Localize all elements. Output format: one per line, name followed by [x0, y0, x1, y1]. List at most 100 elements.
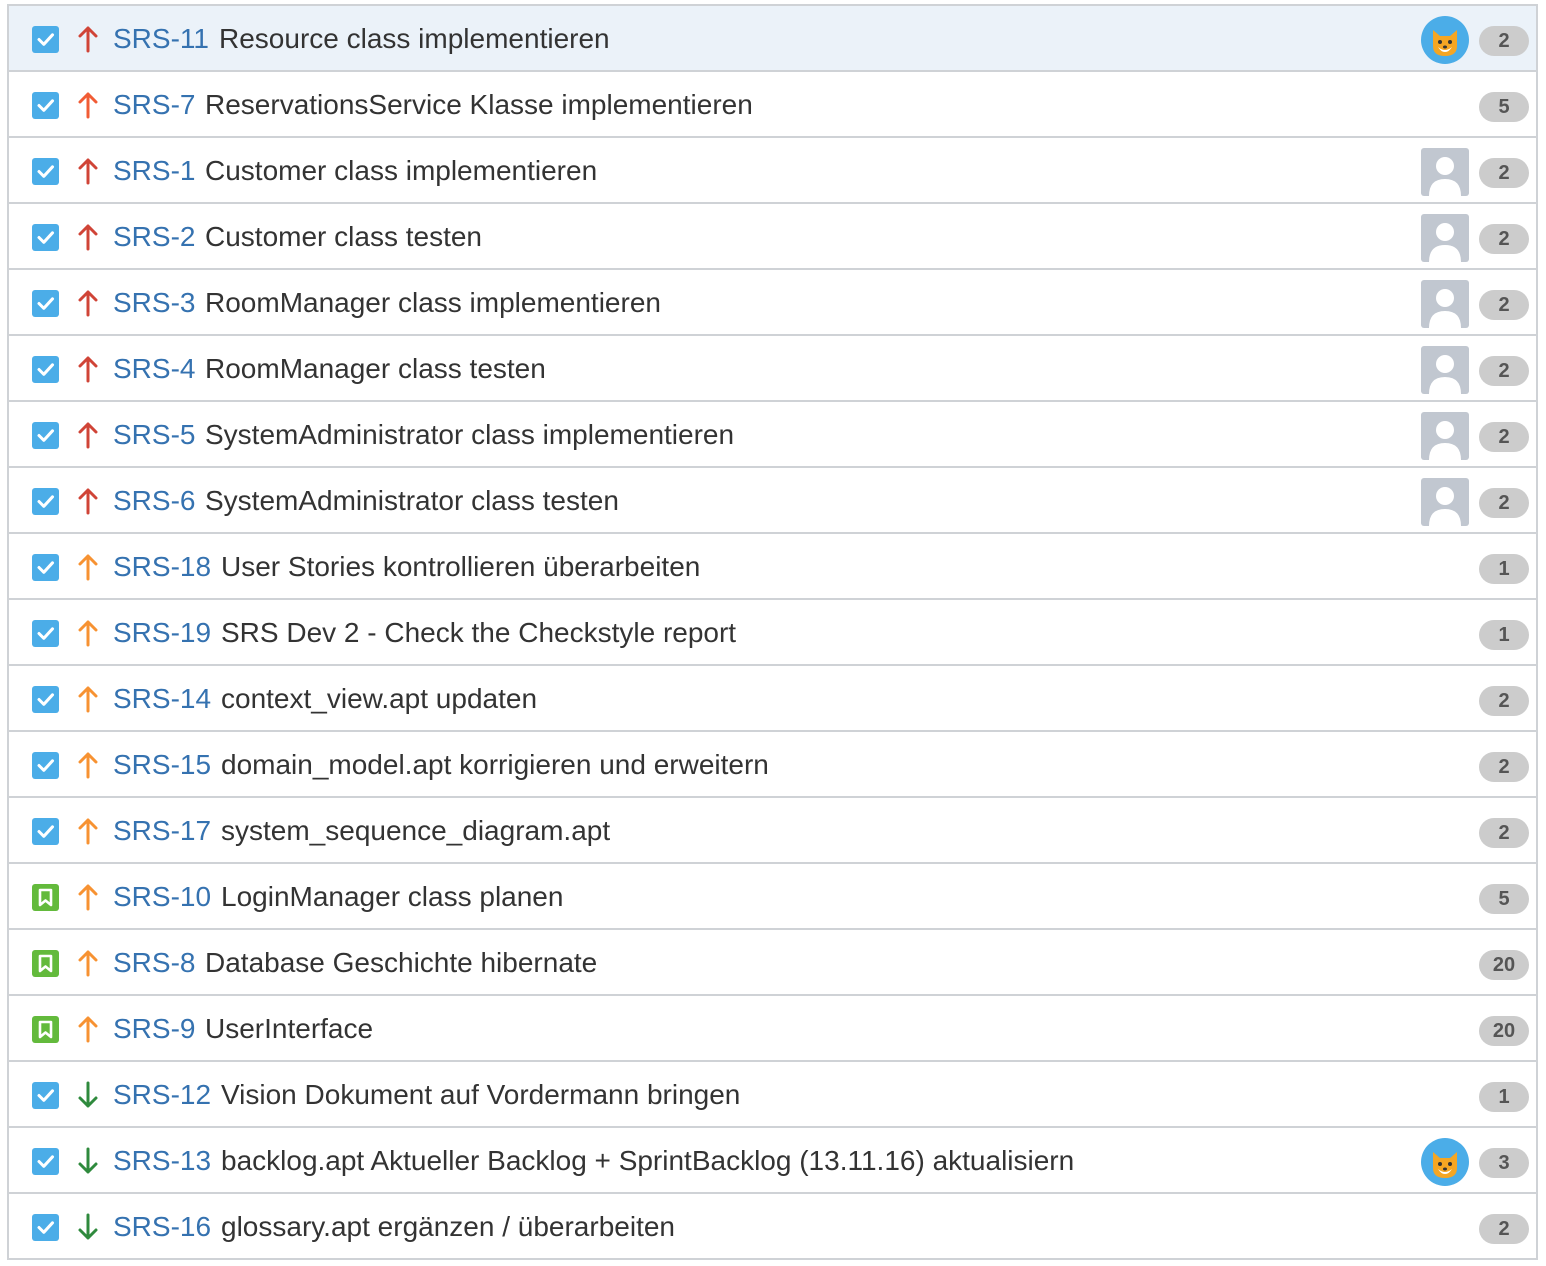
priority-highest-icon	[75, 155, 101, 187]
issue-key-link[interactable]: SRS-10	[113, 880, 211, 914]
issue-key-link[interactable]: SRS-9	[113, 1012, 195, 1046]
assignee-avatar[interactable]	[1421, 1138, 1469, 1186]
story-points-badge: 2	[1479, 290, 1529, 320]
assignee-avatar[interactable]	[1421, 16, 1469, 64]
issue-key-link[interactable]: SRS-7	[113, 88, 195, 122]
issue-key-link[interactable]: SRS-14	[113, 682, 211, 716]
issue-row[interactable]: SRS-14 context_view.apt updaten 2	[9, 666, 1536, 732]
priority-medium-icon	[75, 881, 101, 913]
issue-key-link[interactable]: SRS-19	[113, 616, 211, 650]
story-points-badge: 20	[1479, 950, 1529, 980]
priority-medium-icon	[75, 947, 101, 979]
task-type-icon	[32, 554, 59, 581]
task-type-icon	[32, 686, 59, 713]
priority-highest-icon	[75, 287, 101, 319]
story-type-icon	[32, 950, 59, 977]
story-points-badge: 1	[1479, 1082, 1529, 1112]
assignee-avatar[interactable]	[1421, 148, 1469, 196]
story-points-badge: 20	[1479, 1016, 1529, 1046]
task-type-icon	[32, 1214, 59, 1241]
issue-key-link[interactable]: SRS-15	[113, 748, 211, 782]
task-type-icon	[32, 752, 59, 779]
issue-row[interactable]: SRS-5 SystemAdministrator class implement…	[9, 402, 1536, 468]
issue-key-link[interactable]: SRS-2	[113, 220, 195, 254]
assignee-avatar[interactable]	[1421, 214, 1469, 262]
story-points-badge: 2	[1479, 752, 1529, 782]
issue-key-link[interactable]: SRS-11	[113, 22, 209, 56]
issue-row[interactable]: SRS-8 Database Geschichte hibernate 20	[9, 930, 1536, 996]
assignee-avatar[interactable]	[1421, 412, 1469, 460]
assignee-avatar[interactable]	[1421, 346, 1469, 394]
issue-row[interactable]: SRS-9 UserInterface 20	[9, 996, 1536, 1062]
story-points-badge: 2	[1479, 158, 1529, 188]
issue-key-link[interactable]: SRS-18	[113, 550, 211, 584]
issue-row[interactable]: SRS-1 Customer class implementieren 2	[9, 138, 1536, 204]
issue-key-link[interactable]: SRS-13	[113, 1144, 211, 1178]
story-points-badge: 2	[1479, 488, 1529, 518]
issue-summary: LoginManager class planen	[221, 881, 564, 912]
assignee-avatar[interactable]	[1421, 478, 1469, 526]
issue-summary: domain_model.apt korrigieren und erweite…	[221, 749, 769, 780]
issue-summary: SystemAdministrator class testen	[205, 485, 619, 516]
issue-key-link[interactable]: SRS-4	[113, 352, 195, 386]
issue-summary: Vision Dokument auf Vordermann bringen	[221, 1079, 741, 1110]
task-type-icon	[32, 356, 59, 383]
issue-row[interactable]: SRS-13 backlog.apt Aktueller Backlog + Sp…	[9, 1128, 1536, 1194]
issue-row[interactable]: SRS-4 RoomManager class testen 2	[9, 336, 1536, 402]
story-points-badge: 2	[1479, 686, 1529, 716]
issue-row[interactable]: SRS-7 ReservationsService Klasse implemen…	[9, 72, 1536, 138]
story-points-badge: 2	[1479, 26, 1529, 56]
story-points-badge: 2	[1479, 1214, 1529, 1244]
issue-row[interactable]: SRS-6 SystemAdministrator class testen 2	[9, 468, 1536, 534]
priority-highest-icon	[75, 485, 101, 517]
story-type-icon	[32, 1016, 59, 1043]
issue-key-link[interactable]: SRS-16	[113, 1210, 211, 1244]
issue-key-link[interactable]: SRS-17	[113, 814, 211, 848]
task-type-icon	[32, 422, 59, 449]
task-type-icon	[32, 224, 59, 251]
story-points-badge: 5	[1479, 92, 1529, 122]
task-type-icon	[32, 290, 59, 317]
story-points-badge: 5	[1479, 884, 1529, 914]
priority-highest-icon	[75, 353, 101, 385]
backlog-issue-list: SRS-11 Resource class implementieren 2 SRS-…	[7, 4, 1538, 1260]
issue-key-link[interactable]: SRS-1	[113, 154, 195, 188]
issue-row[interactable]: SRS-2 Customer class testen 2	[9, 204, 1536, 270]
task-type-icon	[32, 158, 59, 185]
issue-summary: UserInterface	[205, 1013, 374, 1044]
priority-low-icon	[75, 1211, 101, 1243]
priority-medium-icon	[75, 551, 101, 583]
task-type-icon	[32, 1082, 59, 1109]
issue-key-link[interactable]: SRS-5	[113, 418, 195, 452]
priority-medium-icon	[75, 1013, 101, 1045]
issue-row[interactable]: SRS-18 User Stories kontrollieren überarb…	[9, 534, 1536, 600]
task-type-icon	[32, 818, 59, 845]
priority-high-icon	[75, 89, 101, 121]
priority-medium-icon	[75, 749, 101, 781]
issue-summary: RoomManager class testen	[205, 353, 546, 384]
task-type-icon	[32, 92, 59, 119]
issue-key-link[interactable]: SRS-3	[113, 286, 195, 320]
issue-row[interactable]: SRS-19 SRS Dev 2 - Check the Checkstyle r…	[9, 600, 1536, 666]
issue-summary: SRS Dev 2 - Check the Checkstyle report	[221, 617, 737, 648]
issue-row[interactable]: SRS-10 LoginManager class planen 5	[9, 864, 1536, 930]
priority-medium-icon	[75, 815, 101, 847]
issue-summary: Database Geschichte hibernate	[205, 947, 598, 978]
issue-summary: RoomManager class implementieren	[205, 287, 661, 318]
issue-summary: Customer class testen	[205, 221, 482, 252]
issue-key-link[interactable]: SRS-6	[113, 484, 195, 518]
issue-summary: Customer class implementieren	[205, 155, 598, 186]
story-points-badge: 2	[1479, 422, 1529, 452]
issue-key-link[interactable]: SRS-12	[113, 1078, 211, 1112]
issue-row[interactable]: SRS-16 glossary.apt ergänzen / überarbeit…	[9, 1194, 1536, 1260]
issue-row[interactable]: SRS-11 Resource class implementieren 2	[9, 6, 1536, 72]
issue-row[interactable]: SRS-12 Vision Dokument auf Vordermann bri…	[9, 1062, 1536, 1128]
task-type-icon	[32, 1148, 59, 1175]
issue-row[interactable]: SRS-15 domain_model.apt korrigieren und e…	[9, 732, 1536, 798]
issue-row[interactable]: SRS-3 RoomManager class implementieren 2	[9, 270, 1536, 336]
issue-summary: glossary.apt ergänzen / überarbeiten	[221, 1211, 675, 1242]
issue-summary: context_view.apt updaten	[221, 683, 538, 714]
assignee-avatar[interactable]	[1421, 280, 1469, 328]
issue-row[interactable]: SRS-17 system_sequence_diagram.apt 2	[9, 798, 1536, 864]
issue-key-link[interactable]: SRS-8	[113, 946, 195, 980]
